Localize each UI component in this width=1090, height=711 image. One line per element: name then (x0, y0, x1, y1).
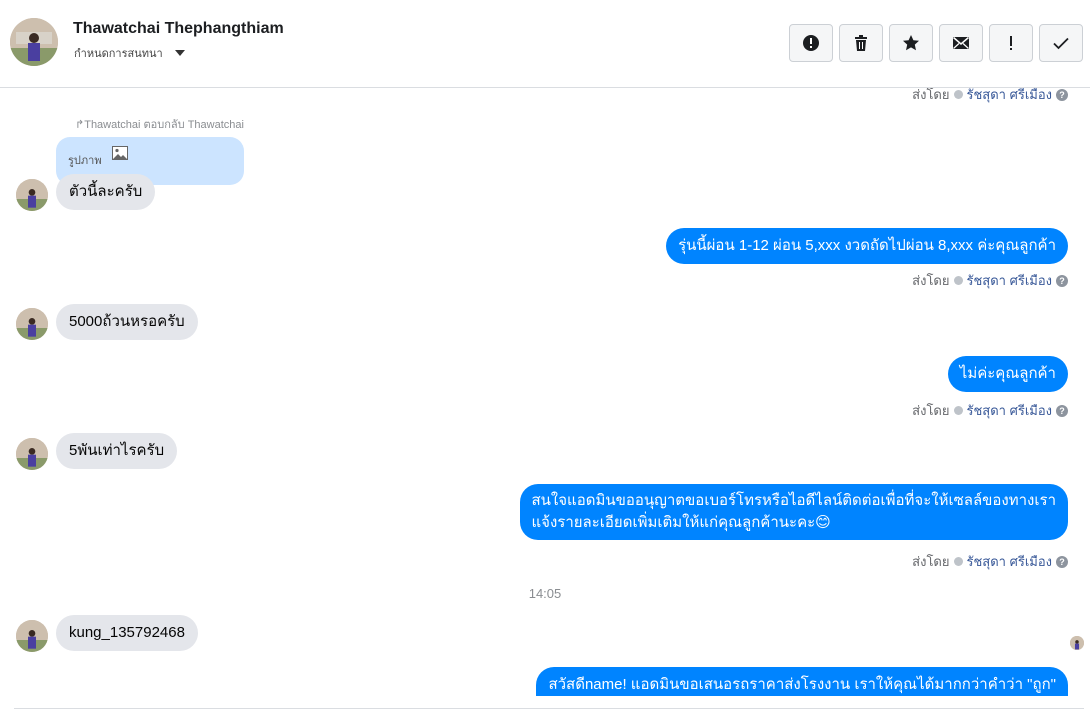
contact-avatar[interactable] (10, 18, 58, 66)
incoming-message[interactable]: 5000ถ้วนหรอครับ (56, 304, 198, 340)
status-dot-icon (953, 406, 963, 415)
important-button[interactable] (989, 24, 1033, 62)
check-icon (1053, 37, 1069, 50)
seen-avatar (1070, 636, 1084, 650)
status-dot-icon (953, 90, 963, 99)
sender-avatar[interactable] (16, 308, 48, 340)
composer-divider (14, 708, 1084, 709)
trash-icon (855, 35, 867, 51)
mail-icon (953, 36, 969, 49)
image-icon (112, 146, 128, 160)
sent-by-label: ส่งโดย รัชสุดา ศรีเมือง? (912, 88, 1068, 105)
reply-note: ↱Thawatchai ตอบกลับ Thawatchai (75, 119, 244, 131)
sender-avatar[interactable] (16, 438, 48, 470)
toolbar (789, 24, 1083, 62)
outgoing-message[interactable]: สวัสดีname! แอดมินขอเสนอรถราคาส่งโรงงาน … (536, 667, 1068, 696)
message-line: สนใจแอดมินขออนุญาตขอเบอร์โทรหรือไอดีไลน์… (531, 492, 1057, 509)
help-icon[interactable]: ? (1056, 88, 1068, 101)
exclamation-icon (1010, 36, 1012, 50)
help-icon[interactable]: ? (1056, 555, 1068, 568)
mark-unread-button[interactable] (939, 24, 983, 62)
incoming-message[interactable]: kung_135792468 (56, 615, 198, 651)
star-icon (903, 35, 919, 51)
incoming-message[interactable]: 5พันเท่าไรครับ (56, 433, 178, 469)
timestamp: 14:05 (528, 586, 562, 601)
sender-avatar[interactable] (16, 179, 48, 211)
done-button[interactable] (1039, 24, 1083, 62)
conversation-header: Thawatchai Thephangthiam กำหนดการสนทนา (0, 0, 1090, 88)
quoted-label: รูปภาพ (68, 155, 102, 167)
sender-link[interactable]: รัชสุดา ศรีเมือง (967, 551, 1053, 572)
status-dot-icon (953, 557, 963, 566)
chevron-down-icon (174, 50, 185, 56)
sender-link[interactable]: รัชสุดา ศรีเมือง (967, 88, 1053, 105)
sent-by-label: ส่งโดย รัชสุดา ศรีเมือง? (912, 400, 1068, 421)
sent-by-label: ส่งโดย รัชสุดา ศรีเมือง? (912, 270, 1068, 291)
star-button[interactable] (889, 24, 933, 62)
sent-by-label: ส่งโดย รัชสุดา ศรีเมือง? (912, 551, 1068, 572)
outgoing-message[interactable]: ไม่ค่ะคุณลูกค้า (947, 356, 1068, 392)
help-icon[interactable]: ? (1056, 274, 1068, 287)
outgoing-message[interactable]: สนใจแอดมินขออนุญาตขอเบอร์โทรหรือไอดีไลน์… (519, 484, 1068, 540)
status-dot-icon (953, 276, 963, 285)
help-icon[interactable]: ? (1056, 404, 1068, 417)
delete-button[interactable] (839, 24, 883, 62)
report-button[interactable] (789, 24, 833, 62)
incoming-message[interactable]: ตัวนี้ละครับ (56, 174, 156, 210)
alert-circle-icon (803, 35, 819, 51)
sender-link[interactable]: รัชสุดา ศรีเมือง (967, 400, 1053, 421)
conversation-status-dropdown[interactable]: กำหนดการสนทนา (74, 44, 185, 62)
contact-name[interactable]: Thawatchai Thephangthiam (73, 20, 284, 38)
message-line: แจ้งรายละเอียดเพิ่มเติมให้แก่คุณลูกค้านะ… (531, 514, 831, 531)
sender-link[interactable]: รัชสุดา ศรีเมือง (967, 270, 1053, 291)
sender-avatar[interactable] (16, 620, 48, 652)
outgoing-message[interactable]: รุ่นนี้ผ่อน 1-12 ผ่อน 5,xxx งวดถัดไปผ่อน… (666, 228, 1068, 264)
conversation-status-label: กำหนดการสนทนา (74, 48, 163, 60)
message-thread[interactable]: ส่งโดย รัชสุดา ศรีเมือง? ↱Thawatchai ตอบก… (0, 88, 1090, 696)
